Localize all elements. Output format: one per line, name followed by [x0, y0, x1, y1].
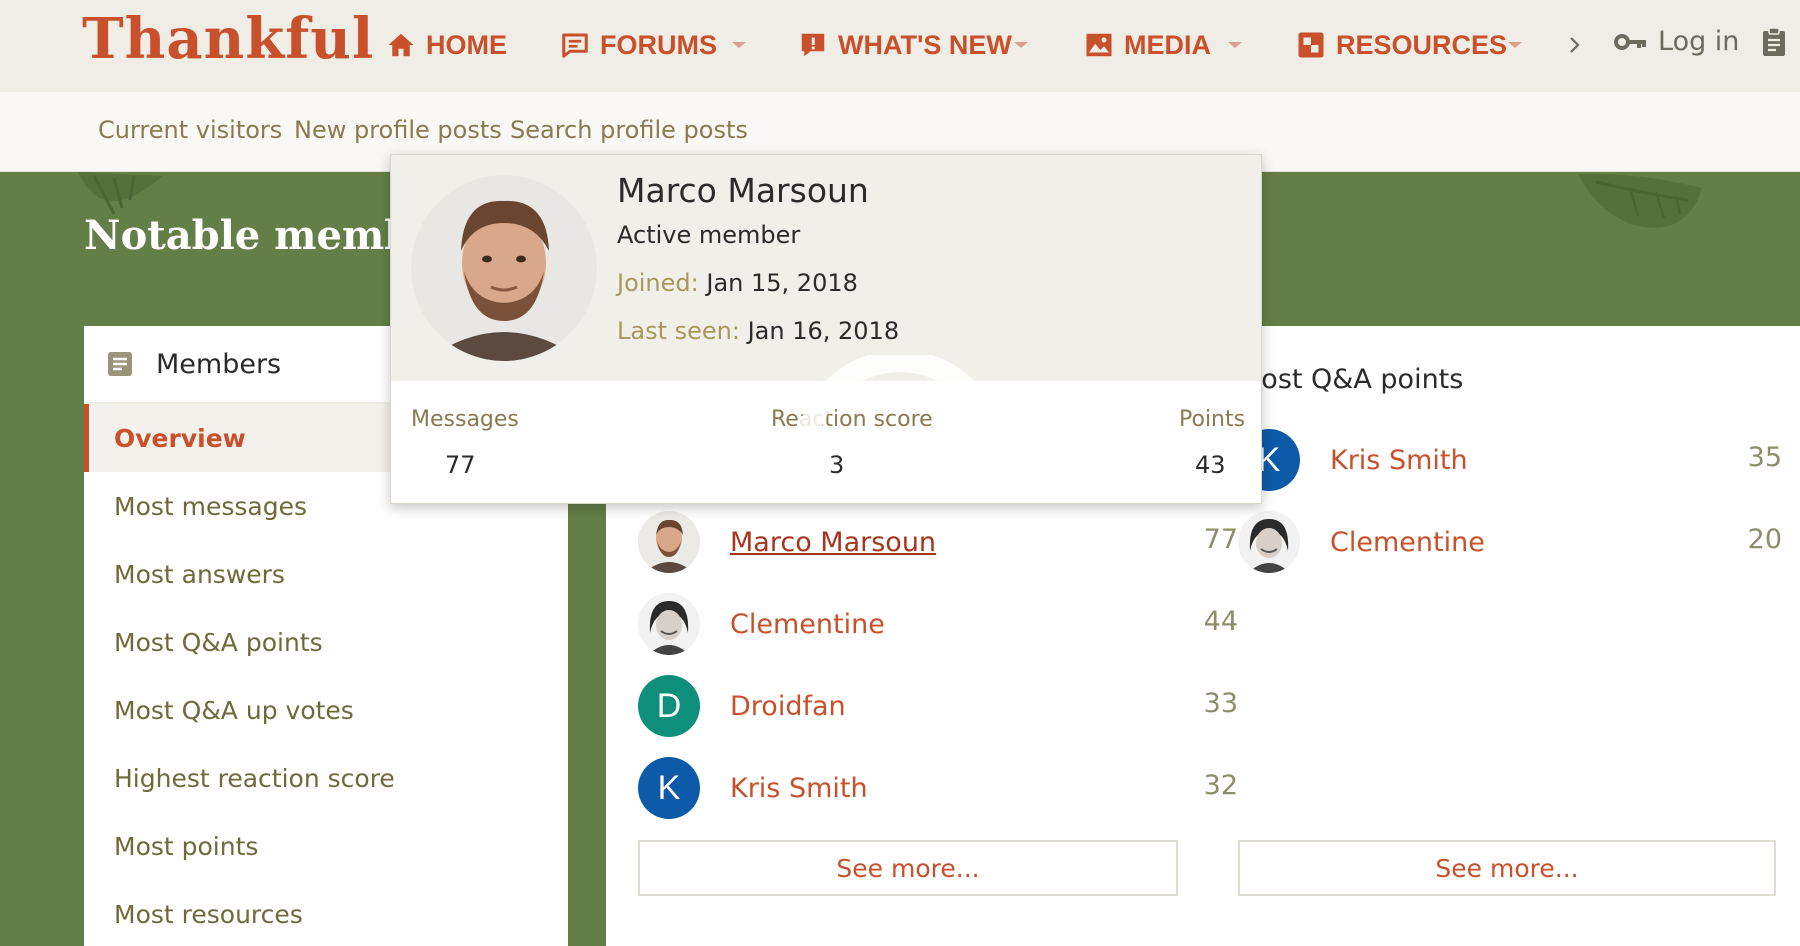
qa-points-title: Most Q&A points [1238, 364, 1464, 395]
chevron-right-icon [1570, 37, 1580, 53]
avatar-photo-icon [638, 511, 700, 573]
see-more-button[interactable]: See more... [1238, 840, 1776, 896]
avatar[interactable] [638, 511, 700, 573]
login-link[interactable]: Log in [1614, 26, 1739, 57]
sidebar-item-most-resources[interactable]: Most resources [84, 880, 568, 946]
sidebar-item-most-points[interactable]: Most points [84, 812, 568, 880]
member-card-name[interactable]: Marco Marsoun [617, 171, 869, 210]
stat-points-value: 43 [1195, 451, 1226, 479]
avatar[interactable]: D [638, 675, 700, 737]
forums-dropdown-caret[interactable] [724, 30, 754, 60]
site-logo[interactable]: Thankful [82, 6, 374, 72]
member-name[interactable]: Kris Smith [1330, 445, 1468, 476]
sidebar-item-highest-reaction-score[interactable]: Highest reaction score [84, 744, 568, 812]
forum-icon [562, 33, 588, 58]
nav-media-label: MEDIA [1124, 29, 1211, 60]
last-seen-date: Jan 16, 2018 [747, 317, 900, 345]
media-dropdown-caret[interactable] [1220, 30, 1250, 60]
whats-new-icon [801, 33, 825, 57]
member-value: 20 [1747, 524, 1782, 555]
stat-messages-value: 77 [445, 451, 476, 479]
nav-media[interactable]: MEDIA [1084, 28, 1211, 62]
nav-more-button[interactable] [1560, 28, 1590, 62]
member-card-role: Active member [617, 221, 801, 249]
nav-home[interactable]: HOME [386, 28, 507, 62]
list-item[interactable]: Clementine [638, 592, 885, 656]
member-value: 77 [1203, 524, 1238, 555]
list-icon [108, 352, 132, 376]
clipboard-icon[interactable] [1760, 26, 1788, 58]
subnav-new-profile-posts[interactable]: New profile posts [294, 116, 502, 144]
last-seen-label: Last seen: [617, 317, 740, 345]
chevron-down-icon [1508, 42, 1522, 48]
joined-label: Joined: [617, 269, 699, 297]
chevron-down-icon [1014, 42, 1028, 48]
member-value: 35 [1747, 442, 1782, 473]
watermark-icon [795, 355, 1005, 456]
nav-forums[interactable]: FORUMS [560, 28, 717, 62]
top-navigation: Thankful HOME FORUMS WHAT'S NEW MEDIA RE… [0, 0, 1800, 92]
resources-icon [1298, 32, 1324, 58]
nav-home-label: HOME [426, 29, 507, 60]
member-name[interactable]: Clementine [1330, 527, 1485, 558]
avatar-photo-icon [411, 175, 597, 361]
list-item[interactable]: D Droidfan [638, 674, 846, 738]
list-item[interactable]: K Kris Smith [638, 756, 868, 820]
resources-dropdown-caret[interactable] [1500, 30, 1530, 60]
nav-whats-new[interactable]: WHAT'S NEW [798, 28, 1012, 62]
stat-points-label: Points [1179, 407, 1246, 432]
member-name[interactable]: Kris Smith [730, 773, 868, 804]
member-name[interactable]: Clementine [730, 609, 885, 640]
member-value: 33 [1203, 688, 1238, 719]
login-label: Log in [1658, 26, 1740, 57]
list-item[interactable]: Clementine [1238, 510, 1485, 574]
list-item[interactable]: K Kris Smith [1238, 428, 1468, 492]
nav-forums-label: FORUMS [600, 29, 717, 60]
key-icon [1614, 33, 1646, 50]
subnav-search-profile-posts[interactable]: Search profile posts [510, 116, 748, 144]
chevron-down-icon [1228, 42, 1242, 48]
whats-new-dropdown-caret[interactable] [1006, 30, 1036, 60]
sidebar-item-most-qa-up-votes[interactable]: Most Q&A up votes [84, 676, 568, 744]
member-card-last-seen: Last seen: Jan 16, 2018 [617, 317, 899, 345]
avatar[interactable] [1238, 511, 1300, 573]
subnav-current-visitors[interactable]: Current visitors [98, 116, 282, 144]
leaf-decoration-icon [1578, 173, 1702, 228]
member-value: 32 [1203, 770, 1238, 801]
avatar-photo-icon [638, 593, 700, 655]
stat-messages-label: Messages [411, 407, 519, 432]
member-value: 44 [1203, 606, 1238, 637]
nav-resources-label: RESOURCES [1336, 29, 1508, 60]
member-card-avatar[interactable] [411, 175, 597, 361]
see-more-button[interactable]: See more... [638, 840, 1178, 896]
avatar[interactable] [638, 593, 700, 655]
avatar-photo-icon [1238, 511, 1300, 573]
member-name[interactable]: Droidfan [730, 691, 846, 722]
member-card-joined: Joined: Jan 15, 2018 [617, 269, 858, 297]
sidebar-title: Members [156, 348, 282, 380]
media-icon [1086, 33, 1112, 57]
sidebar-item-most-qa-points[interactable]: Most Q&A points [84, 608, 568, 676]
home-icon [388, 33, 414, 57]
joined-date: Jan 15, 2018 [706, 269, 858, 297]
nav-resources[interactable]: RESOURCES [1296, 28, 1507, 62]
chevron-down-icon [732, 42, 746, 48]
avatar[interactable]: K [638, 757, 700, 819]
sidebar-item-most-answers[interactable]: Most answers [84, 540, 568, 608]
nav-whats-new-label: WHAT'S NEW [838, 29, 1012, 60]
